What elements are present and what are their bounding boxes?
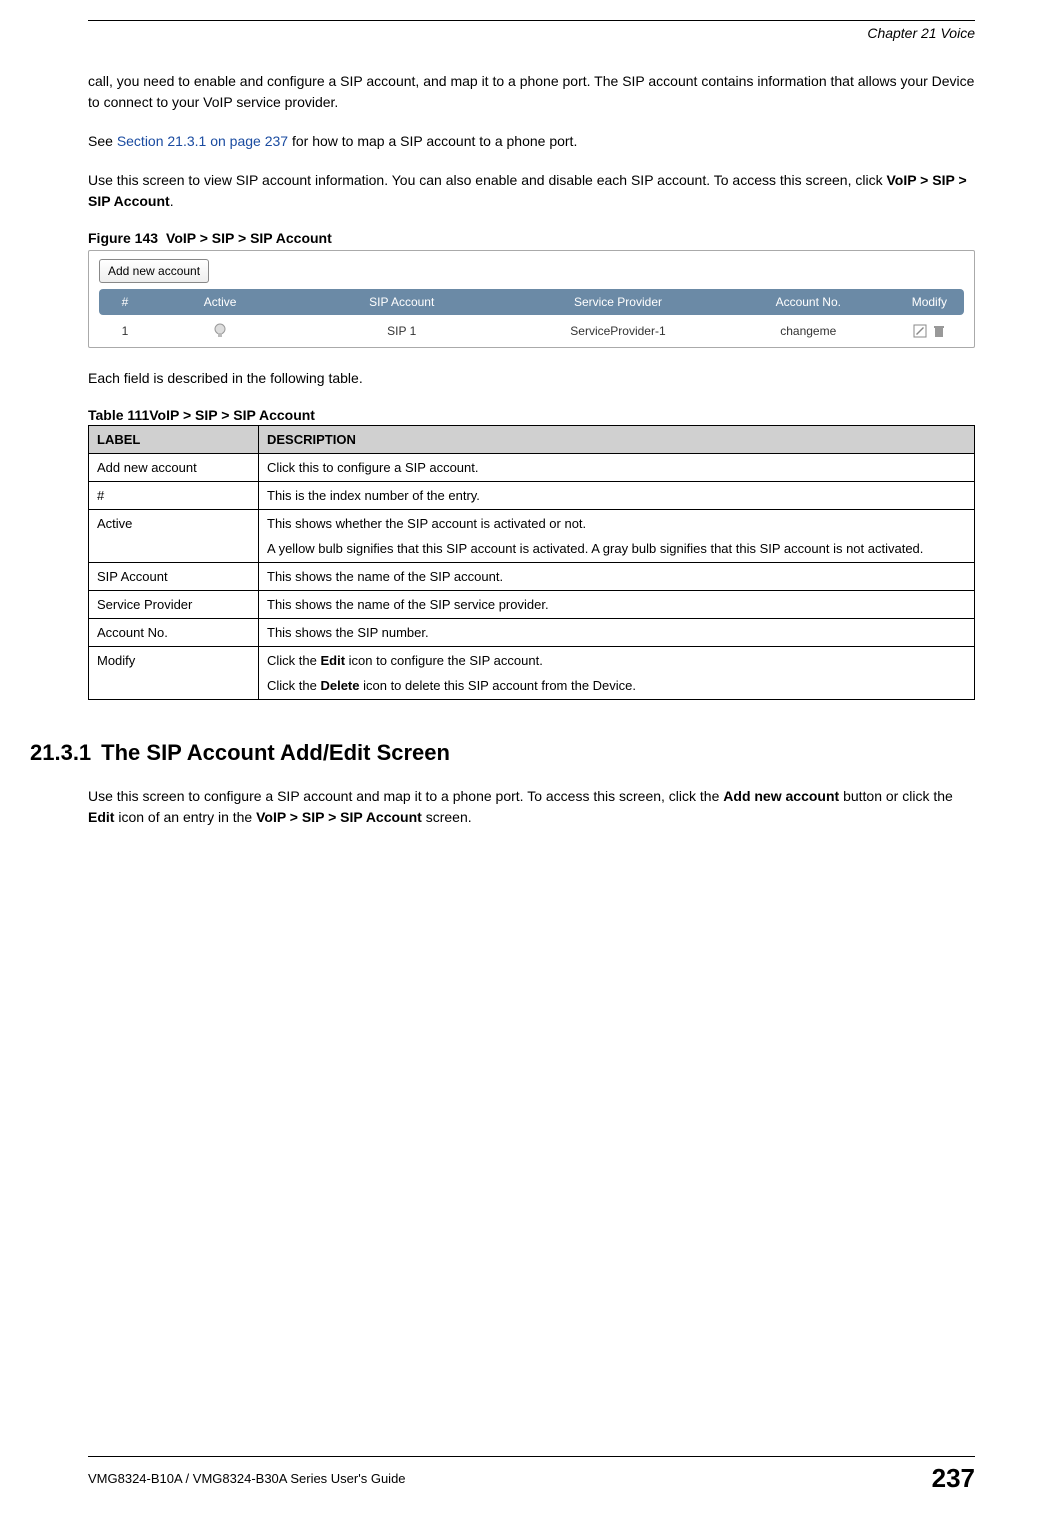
cell-num: 1 [99, 315, 151, 347]
add-new-account-button[interactable]: Add new account [99, 259, 209, 283]
bulb-icon [213, 323, 227, 337]
table-row: # This is the index number of the entry. [89, 482, 975, 510]
cell-modify [895, 315, 964, 347]
row-desc: This shows the SIP number. [259, 619, 975, 647]
row-desc: This shows whether the SIP account is ac… [259, 510, 975, 563]
row-label: Modify [89, 647, 259, 700]
section-title: The SIP Account Add/Edit Screen [101, 740, 450, 765]
paragraph-3: Use this screen to view SIP account info… [88, 170, 975, 212]
table-row: Modify Click the Edit icon to configure … [89, 647, 975, 700]
row-label: Active [89, 510, 259, 563]
sip-account-table: # Active SIP Account Service Provider Ac… [99, 289, 964, 347]
table-header-row: # Active SIP Account Service Provider Ac… [99, 289, 964, 315]
table-row: Add new account Click this to configure … [89, 454, 975, 482]
sb-e: icon of an entry in the [114, 809, 256, 825]
table-row: Active This shows whether the SIP accoun… [89, 510, 975, 563]
col-header-service-provider: Service Provider [514, 289, 722, 315]
d1b: Edit [320, 653, 345, 668]
col-header-sip-account: SIP Account [289, 289, 514, 315]
row-label: # [89, 482, 259, 510]
footer-row: VMG8324-B10A / VMG8324-B30A Series User'… [88, 1463, 975, 1494]
table-row: SIP Account This shows the name of the S… [89, 563, 975, 591]
delete-icon[interactable] [931, 324, 947, 338]
figure-title: VoIP > SIP > SIP Account [166, 230, 332, 246]
d1a: Click the [267, 653, 320, 668]
figure-caption: Figure 143 VoIP > SIP > SIP Account [88, 230, 975, 246]
p2-suffix: for how to map a SIP account to a phone … [288, 133, 577, 149]
head-desc: DESCRIPTION [259, 426, 975, 454]
d2a: Click the [267, 678, 320, 693]
table-row: 1 SIP 1 ServiceProvider-1 changeme [99, 315, 964, 347]
cell-active [151, 315, 289, 347]
paragraph-4: Each field is described in the following… [88, 368, 975, 389]
figure-number: Figure 143 [88, 230, 158, 246]
row-label: Add new account [89, 454, 259, 482]
row-desc-p2: A yellow bulb signifies that this SIP ac… [267, 541, 966, 556]
p2-prefix: See [88, 133, 117, 149]
paragraph-2: See Section 21.3.1 on page 237 for how t… [88, 131, 975, 152]
sb-d: Edit [88, 809, 114, 825]
edit-icon[interactable] [912, 324, 931, 338]
section-body: Use this screen to configure a SIP accou… [88, 786, 975, 828]
d2c: icon to delete this SIP account from the… [360, 678, 637, 693]
table-title: VoIP > SIP > SIP Account [149, 407, 315, 423]
p3-c: . [170, 193, 174, 209]
page-number: 237 [932, 1463, 975, 1494]
header-rule [88, 20, 975, 21]
p3-a: Use this screen to view SIP account info… [88, 172, 886, 188]
table-caption: Table 111VoIP > SIP > SIP Account [88, 407, 975, 423]
chapter-header: Chapter 21 Voice [88, 25, 975, 41]
table-row: Account No. This shows the SIP number. [89, 619, 975, 647]
figure-screenshot: Add new account # Active SIP Account Ser… [88, 250, 975, 348]
section-link[interactable]: Section 21.3.1 on page 237 [117, 133, 288, 149]
row-desc-p1: This shows whether the SIP account is ac… [267, 516, 966, 531]
row-desc: This shows the name of the SIP account. [259, 563, 975, 591]
table-row: Service Provider This shows the name of … [89, 591, 975, 619]
cell-sip-account: SIP 1 [289, 315, 514, 347]
row-desc: Click this to configure a SIP account. [259, 454, 975, 482]
paragraph-1: call, you need to enable and configure a… [88, 71, 975, 113]
desc-table-header: LABEL DESCRIPTION [89, 426, 975, 454]
sb-a: Use this screen to configure a SIP accou… [88, 788, 723, 804]
page-footer: VMG8324-B10A / VMG8324-B30A Series User'… [88, 1456, 975, 1494]
sb-c: button or click the [839, 788, 953, 804]
row-desc: Click the Edit icon to configure the SIP… [259, 647, 975, 700]
head-label: LABEL [89, 426, 259, 454]
cell-account-no: changeme [722, 315, 895, 347]
row-label: SIP Account [89, 563, 259, 591]
d1c: icon to configure the SIP account. [345, 653, 543, 668]
col-header-active: Active [151, 289, 289, 315]
cell-service-provider: ServiceProvider-1 [514, 315, 722, 347]
modify-desc-2: Click the Delete icon to delete this SIP… [267, 678, 966, 693]
sb-g: screen. [422, 809, 472, 825]
row-desc: This shows the name of the SIP service p… [259, 591, 975, 619]
d2b: Delete [320, 678, 359, 693]
row-label: Account No. [89, 619, 259, 647]
row-label: Service Provider [89, 591, 259, 619]
sb-f: VoIP > SIP > SIP Account [256, 809, 422, 825]
table-number: Table 111 [88, 407, 149, 423]
footer-guide-name: VMG8324-B10A / VMG8324-B30A Series User'… [88, 1471, 406, 1486]
col-header-num: # [99, 289, 151, 315]
section-heading: 21.3.1 The SIP Account Add/Edit Screen [30, 740, 975, 766]
modify-desc-1: Click the Edit icon to configure the SIP… [267, 653, 966, 668]
footer-rule [88, 1456, 975, 1457]
section-number: 21.3.1 [30, 740, 91, 765]
row-desc: This is the index number of the entry. [259, 482, 975, 510]
col-header-account-no: Account No. [722, 289, 895, 315]
col-header-modify: Modify [895, 289, 964, 315]
sb-b: Add new account [723, 788, 839, 804]
description-table: LABEL DESCRIPTION Add new account Click … [88, 425, 975, 700]
